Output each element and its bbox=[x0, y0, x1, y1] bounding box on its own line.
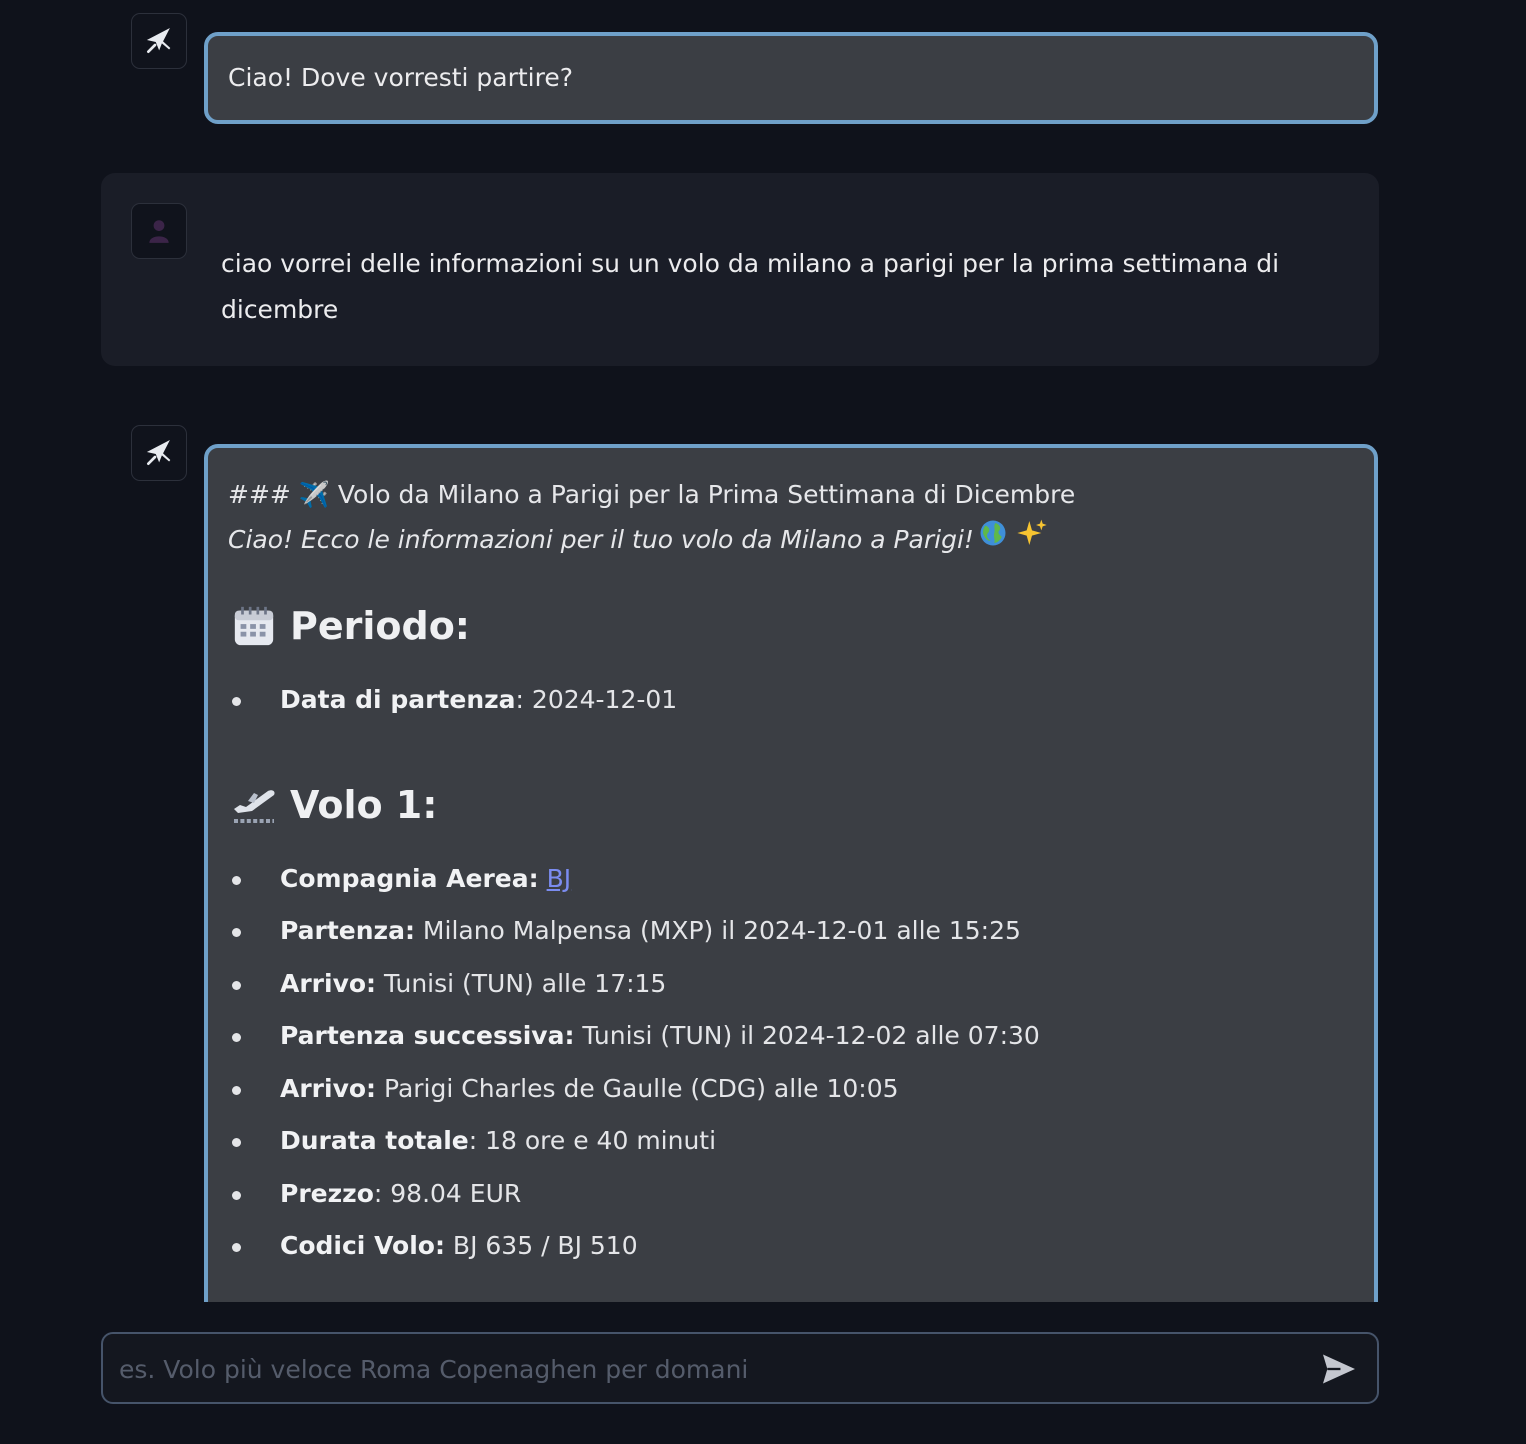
list-item-label: Prezzo bbox=[280, 1178, 374, 1208]
assistant-avatar bbox=[131, 425, 187, 481]
airline-link[interactable]: BJ bbox=[547, 864, 572, 893]
assistant-message-text: Ciao! Dove vorresti partire? bbox=[228, 63, 574, 92]
list-item-label: Arrivo: bbox=[280, 968, 377, 998]
sparkles-icon bbox=[1016, 517, 1048, 563]
list-item-value: Parigi Charles de Gaulle (CDG) alle 10:0… bbox=[376, 1073, 899, 1103]
flight-heading: Volo 1: bbox=[228, 775, 1354, 835]
raw-heading: ### ✈️ Volo da Milano a Parigi per la Pr… bbox=[228, 480, 1076, 509]
chat-composer bbox=[101, 1332, 1379, 1404]
list-item-value: Tunisi (TUN) alle 17:15 bbox=[376, 968, 667, 998]
list-item: Data di partenza: 2024-12-01 bbox=[228, 674, 1354, 727]
user-message-text: ciao vorrei delle informazioni su un vol… bbox=[221, 249, 1280, 324]
chat-page: Ciao! Dove vorresti partire? ciao vorrei… bbox=[0, 0, 1526, 1444]
flight-details-list: Compagnia Aerea: BJ Partenza: Milano Mal… bbox=[228, 853, 1354, 1273]
send-button[interactable] bbox=[1319, 1351, 1359, 1387]
list-item-label: Data di partenza bbox=[280, 685, 516, 714]
user-silhouette-icon bbox=[149, 220, 169, 243]
list-item-label: Arrivo: bbox=[280, 1073, 377, 1103]
assistant-markdown: ### ✈️ Volo da Milano a Parigi per la Pr… bbox=[228, 472, 1354, 1273]
assistant-message: Ciao! Dove vorresti partire? bbox=[204, 32, 1378, 124]
airplane-departure-icon bbox=[228, 779, 280, 831]
list-item-value: : 18 ore e 40 minuti bbox=[468, 1126, 717, 1155]
list-item-label: Codici Volo: bbox=[280, 1231, 445, 1260]
list-item: Codici Volo: BJ 635 / BJ 510 bbox=[228, 1220, 1354, 1273]
assistant-message: ### ✈️ Volo da Milano a Parigi per la Pr… bbox=[204, 444, 1378, 1302]
list-item: Durata totale: 18 ore e 40 minuti bbox=[228, 1115, 1354, 1168]
list-item: Arrivo: Parigi Charles de Gaulle (CDG) a… bbox=[228, 1063, 1354, 1116]
list-item: Compagnia Aerea: BJ bbox=[228, 853, 1354, 906]
list-item: Arrivo: Tunisi (TUN) alle 17:15 bbox=[228, 958, 1354, 1011]
airplane-icon bbox=[146, 439, 171, 465]
list-item-label: Compagnia Aerea: bbox=[280, 863, 539, 893]
list-item: Prezzo: 98.04 EUR bbox=[228, 1168, 1354, 1221]
period-list: Data di partenza: 2024-12-01 bbox=[228, 674, 1354, 727]
list-item-value: Milano Malpensa (MXP) il 2024-12-01 alle… bbox=[414, 916, 1021, 945]
chat-input[interactable] bbox=[117, 1334, 1301, 1404]
period-heading-text: Periodo: bbox=[290, 604, 470, 648]
chat-history[interactable]: Ciao! Dove vorresti partire? ciao vorrei… bbox=[0, 0, 1526, 1302]
list-item: Partenza successiva: Tunisi (TUN) il 202… bbox=[228, 1010, 1354, 1063]
list-item: Partenza: Milano Malpensa (MXP) il 2024-… bbox=[228, 905, 1354, 958]
user-message: ciao vorrei delle informazioni su un vol… bbox=[101, 173, 1379, 366]
flight-heading-text: Volo 1: bbox=[290, 782, 438, 827]
send-arrow-icon bbox=[1323, 1354, 1355, 1384]
list-item-value: Tunisi (TUN) il 2024-12-02 alle 07:30 bbox=[574, 1021, 1040, 1050]
assistant-avatar bbox=[131, 13, 187, 69]
globe-icon bbox=[978, 518, 1008, 562]
calendar-icon bbox=[228, 600, 280, 652]
list-item-value: : 98.04 EUR bbox=[373, 1178, 522, 1208]
intro-line: Ciao! Ecco le informazioni per il tuo vo… bbox=[228, 518, 1354, 562]
list-item-label: Partenza: bbox=[280, 916, 415, 945]
airplane-icon bbox=[146, 27, 171, 53]
period-heading: Periodo: bbox=[228, 596, 1354, 656]
list-item-value: BJ 635 / BJ 510 bbox=[444, 1231, 638, 1260]
list-item-label: Durata totale bbox=[280, 1126, 469, 1155]
list-item-label: Partenza successiva: bbox=[280, 1021, 575, 1050]
user-avatar bbox=[131, 203, 187, 259]
list-item-value: : 2024-12-01 bbox=[515, 685, 678, 714]
intro-text: Ciao! Ecco le informazioni per il tuo vo… bbox=[228, 525, 974, 554]
